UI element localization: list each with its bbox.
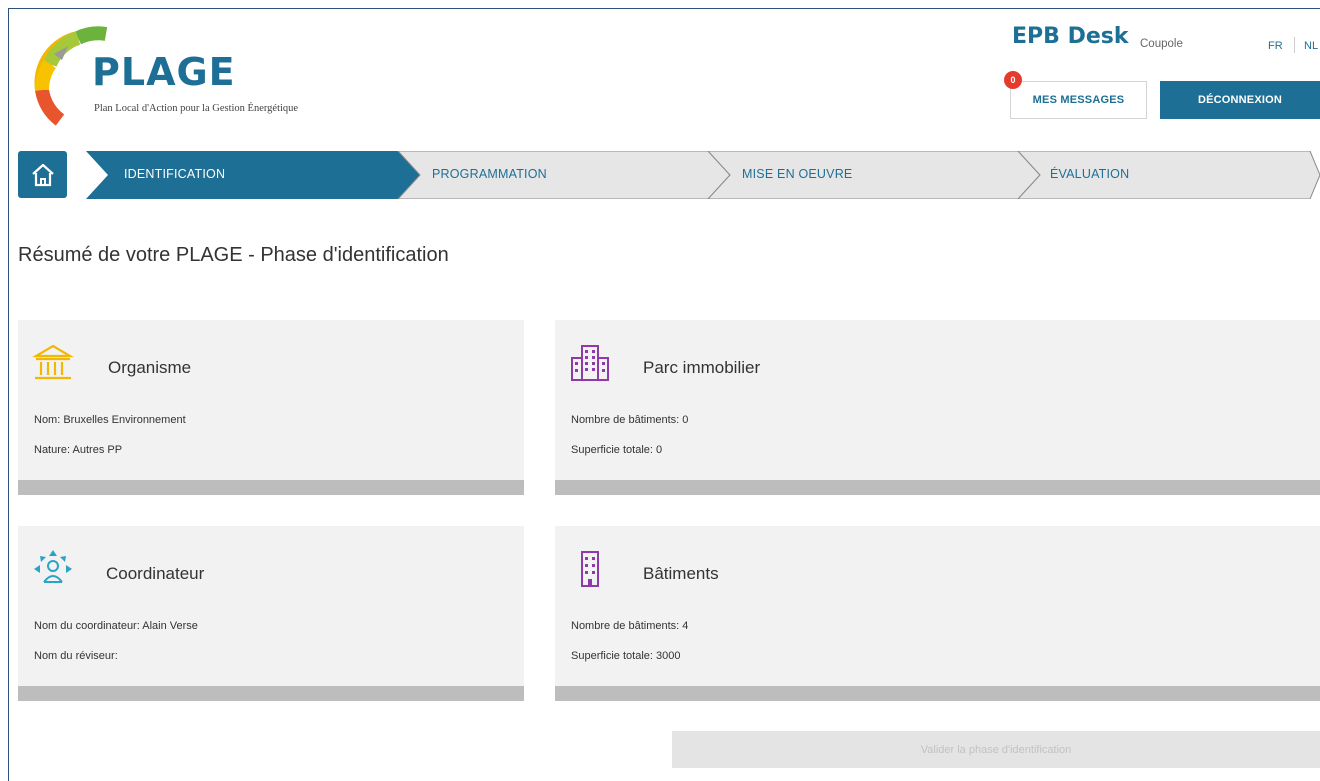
card-coordinateur-title: Coordinateur <box>106 564 205 583</box>
card-organisme-footer <box>18 480 524 495</box>
card-parc-footer <box>555 480 1320 495</box>
home-icon <box>31 163 54 186</box>
card-organisme: Organisme Nom: Bruxelles Environnement N… <box>18 320 524 495</box>
home-button[interactable] <box>18 151 67 198</box>
building-icon <box>581 551 599 587</box>
card-organisme-nature: Nature: Autres PP <box>34 444 123 456</box>
card-batiments-count: Nombre de bâtiments: 4 <box>571 620 689 632</box>
card-parc-count: Nombre de bâtiments: 0 <box>571 414 689 426</box>
card-organisme-name: Nom: Bruxelles Environnement <box>34 414 186 426</box>
card-reviseur-name: Nom du réviseur: <box>34 650 118 662</box>
coordinator-icon <box>34 550 72 583</box>
card-coordinateur-footer <box>18 686 524 701</box>
lang-separator <box>1294 37 1295 53</box>
validate-identification-button[interactable]: Valider la phase d'identification <box>672 731 1320 768</box>
messages-count-badge: 0 <box>1004 71 1022 89</box>
card-batiments-surface: Superficie totale: 3000 <box>571 650 681 662</box>
card-batiments: Bâtiments Nombre de bâtiments: 4 Superfi… <box>555 526 1320 701</box>
page-title: Résumé de votre PLAGE - Phase d'identifi… <box>18 244 449 266</box>
buildings-icon <box>571 345 609 381</box>
phase-steps: IDENTIFICATION PROGRAMMATION MISE EN OEU… <box>80 151 1320 199</box>
step-mise-en-oeuvre[interactable]: MISE EN OEUVRE <box>742 167 852 181</box>
card-parc-immobilier: Parc immobilier Nombre de bâtiments: 0 S… <box>555 320 1320 495</box>
step-identification[interactable]: IDENTIFICATION <box>124 167 225 181</box>
plage-logo[interactable]: PLAGE Plan Local d'Action pour la Gestio… <box>30 20 350 130</box>
app-sub: Coupole <box>1140 38 1183 50</box>
lang-nl[interactable]: NL <box>1304 40 1318 52</box>
card-organisme-title: Organisme <box>108 358 192 377</box>
app-name: EPB Desk <box>1012 24 1129 49</box>
step-programmation[interactable]: PROGRAMMATION <box>432 167 547 181</box>
messages-button[interactable]: MES MESSAGES <box>1010 81 1147 119</box>
card-coordinateur: Coordinateur Nom du coordinateur: Alain … <box>18 526 524 701</box>
lang-fr[interactable]: FR <box>1268 40 1283 52</box>
logo-subtitle: Plan Local d'Action pour la Gestion Éner… <box>94 103 299 114</box>
card-parc-surface: Superficie totale: 0 <box>571 444 663 456</box>
step-evaluation[interactable]: ÉVALUATION <box>1050 167 1129 181</box>
card-batiments-footer <box>555 686 1320 701</box>
institution-icon <box>32 344 74 380</box>
logo-title: PLAGE <box>92 50 236 94</box>
card-coordinateur-name: Nom du coordinateur: Alain Verse <box>34 620 198 632</box>
card-parc-title: Parc immobilier <box>643 358 761 377</box>
logout-button[interactable]: DÉCONNEXION <box>1160 81 1320 119</box>
card-batiments-title: Bâtiments <box>643 564 719 583</box>
